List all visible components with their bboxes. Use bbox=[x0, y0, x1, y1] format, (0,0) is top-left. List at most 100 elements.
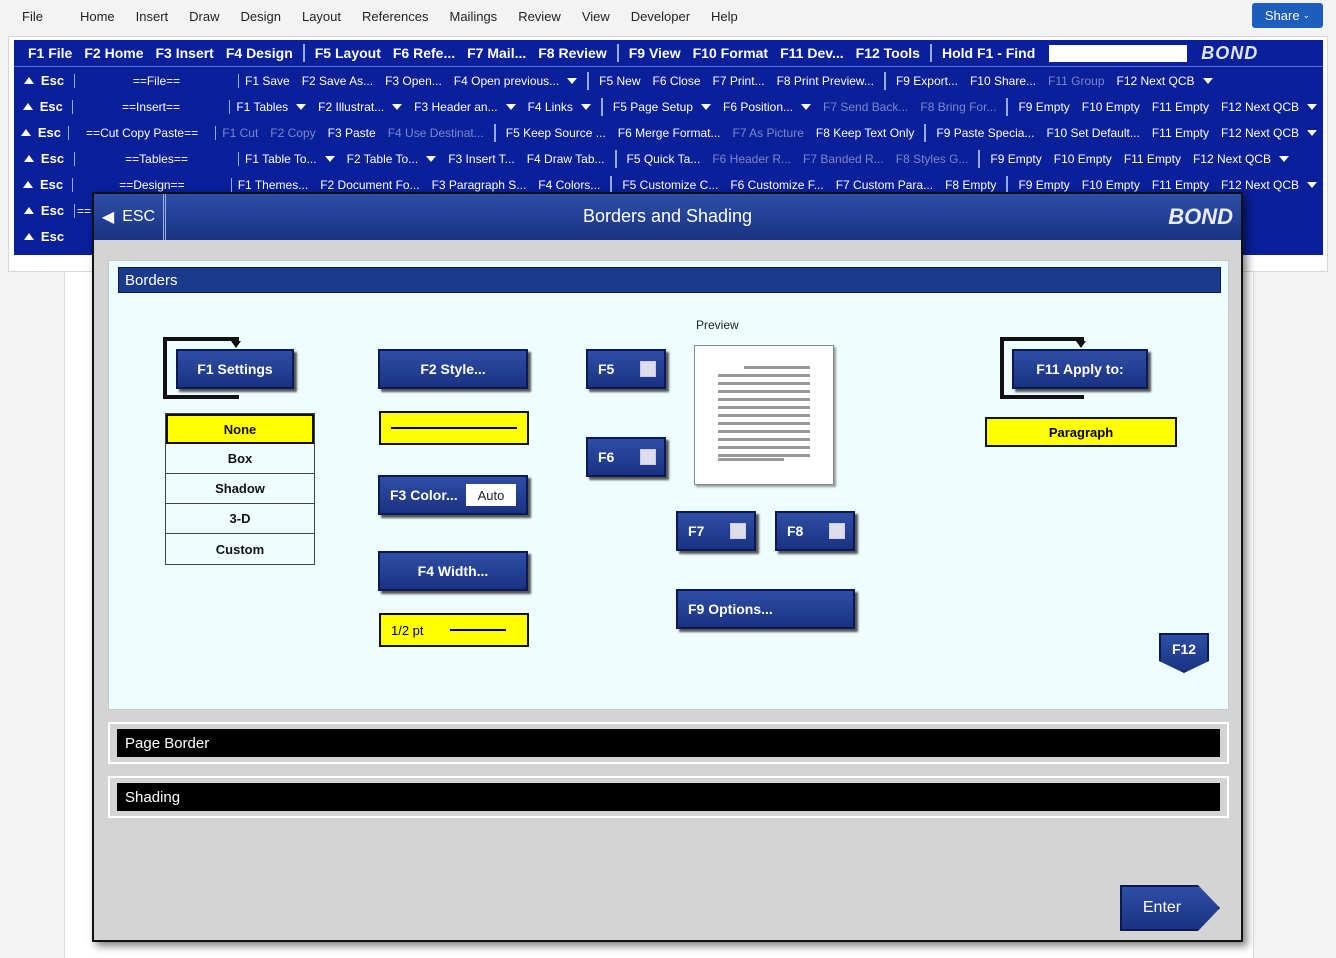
esc-button[interactable]: Esc bbox=[14, 229, 74, 244]
esc-button[interactable]: Esc bbox=[14, 203, 74, 218]
color-button[interactable]: F3 Color... Auto bbox=[378, 475, 528, 515]
qcb-item[interactable]: F2 Document Fo... bbox=[320, 178, 419, 192]
shading-header[interactable]: Shading bbox=[117, 783, 1220, 811]
tb-layout[interactable]: F5 Layout bbox=[315, 45, 381, 61]
qcb-item[interactable]: F12 Next QCB bbox=[1221, 100, 1299, 114]
setting-shadow[interactable]: Shadow bbox=[166, 474, 314, 504]
f12-button[interactable]: F12 bbox=[1159, 633, 1209, 673]
enter-button[interactable]: Enter bbox=[1120, 885, 1220, 931]
borders-header[interactable]: Borders bbox=[118, 267, 1221, 293]
qcb-item[interactable]: F9 Export... bbox=[896, 74, 958, 88]
qcb-item[interactable]: F6 Position... bbox=[723, 100, 793, 114]
menu-review[interactable]: Review bbox=[518, 9, 561, 24]
dropdown-icon[interactable] bbox=[324, 155, 335, 162]
qcb-item[interactable]: F10 Set Default... bbox=[1046, 126, 1139, 140]
menu-layout[interactable]: Layout bbox=[302, 9, 341, 24]
apply-to-button[interactable]: F11 Apply to: bbox=[1012, 349, 1148, 389]
menu-help[interactable]: Help bbox=[711, 9, 738, 24]
page-border-header[interactable]: Page Border bbox=[117, 729, 1220, 757]
qcb-item[interactable]: F3 Header an... bbox=[414, 100, 497, 114]
tb-developer[interactable]: F11 Dev... bbox=[780, 45, 844, 61]
tb-file[interactable]: F1 File bbox=[28, 45, 72, 61]
qcb-item[interactable]: F8 Keep Text Only bbox=[816, 126, 915, 140]
dropdown-icon[interactable] bbox=[392, 103, 403, 110]
qcb-item[interactable]: F6 Customize F... bbox=[730, 178, 823, 192]
qcb-item[interactable]: F5 New bbox=[599, 74, 640, 88]
qcb-item[interactable]: F9 Paste Specia... bbox=[936, 126, 1034, 140]
dropdown-icon[interactable] bbox=[1307, 103, 1317, 110]
setting-3d[interactable]: 3-D bbox=[166, 504, 314, 534]
width-value[interactable]: 1/2 pt bbox=[379, 613, 529, 647]
style-value[interactable] bbox=[379, 411, 529, 445]
dropdown-icon[interactable] bbox=[700, 103, 711, 110]
f8-right-border-button[interactable]: F8 bbox=[775, 511, 855, 551]
f5-top-border-button[interactable]: F5 bbox=[586, 349, 666, 389]
qcb-item[interactable]: F2 Table To... bbox=[347, 152, 419, 166]
qcb-item[interactable]: F11 Empty bbox=[1152, 178, 1209, 192]
qcb-item[interactable]: F6 Merge Format... bbox=[618, 126, 721, 140]
dropdown-icon[interactable] bbox=[1307, 181, 1317, 188]
f7-left-border-button[interactable]: F7 bbox=[676, 511, 756, 551]
qcb-item[interactable]: F3 Insert T... bbox=[448, 152, 514, 166]
menu-developer[interactable]: Developer bbox=[631, 9, 690, 24]
style-button[interactable]: F2 Style... bbox=[378, 349, 528, 389]
qcb-item[interactable]: F3 Paste bbox=[328, 126, 376, 140]
qcb-item[interactable]: F1 Tables bbox=[236, 100, 288, 114]
qcb-item[interactable]: F3 Paragraph S... bbox=[432, 178, 527, 192]
share-button[interactable]: Share ⌄ bbox=[1252, 3, 1323, 28]
menu-draw[interactable]: Draw bbox=[189, 9, 219, 24]
qcb-item[interactable]: F10 Share... bbox=[970, 74, 1036, 88]
dropdown-icon[interactable] bbox=[505, 103, 516, 110]
qcb-item[interactable]: F4 Colors... bbox=[538, 178, 600, 192]
esc-button[interactable]: Esc bbox=[14, 177, 72, 192]
esc-button[interactable]: Esc bbox=[14, 151, 74, 166]
qcb-item[interactable]: F4 Draw Tab... bbox=[527, 152, 605, 166]
qcb-item[interactable]: F12 Next QCB bbox=[1221, 126, 1299, 140]
f6-middle-border-button[interactable]: F6 bbox=[586, 437, 666, 477]
qcb-item[interactable]: F11 Empty bbox=[1152, 100, 1209, 114]
dropdown-icon[interactable] bbox=[1278, 155, 1289, 162]
menu-view[interactable]: View bbox=[582, 9, 610, 24]
setting-none[interactable]: None bbox=[166, 414, 314, 444]
dropdown-icon[interactable] bbox=[296, 103, 307, 110]
tb-design[interactable]: F4 Design bbox=[226, 45, 293, 61]
qcb-item[interactable]: F4 Links bbox=[528, 100, 573, 114]
menu-home[interactable]: Home bbox=[80, 9, 115, 24]
qcb-item[interactable]: F5 Page Setup bbox=[613, 100, 693, 114]
dropdown-icon[interactable] bbox=[567, 77, 578, 84]
dropdown-icon[interactable] bbox=[580, 103, 591, 110]
qcb-item[interactable]: F1 Themes... bbox=[238, 178, 308, 192]
options-button[interactable]: F9 Options... bbox=[676, 589, 855, 629]
esc-button[interactable]: Esc bbox=[14, 125, 68, 140]
menu-file[interactable]: File bbox=[22, 9, 43, 24]
qcb-item[interactable]: F10 Empty bbox=[1054, 152, 1112, 166]
esc-button[interactable]: Esc bbox=[14, 73, 74, 88]
qcb-item[interactable]: F5 Quick Ta... bbox=[627, 152, 701, 166]
qcb-item[interactable]: F12 Next QCB bbox=[1221, 178, 1299, 192]
qcb-item[interactable]: F8 Print Preview... bbox=[777, 74, 874, 88]
qcb-item[interactable]: F12 Next QCB bbox=[1193, 152, 1271, 166]
qcb-item[interactable]: F2 Illustrat... bbox=[318, 100, 384, 114]
find-input[interactable] bbox=[1049, 44, 1188, 62]
tb-tools[interactable]: F12 Tools bbox=[856, 45, 920, 61]
qcb-item[interactable]: F3 Open... bbox=[385, 74, 442, 88]
width-button[interactable]: F4 Width... bbox=[378, 551, 528, 591]
setting-box[interactable]: Box bbox=[166, 444, 314, 474]
qcb-item[interactable]: F4 Open previous... bbox=[454, 74, 559, 88]
tb-review[interactable]: F8 Review bbox=[538, 45, 606, 61]
qcb-item[interactable]: F10 Empty bbox=[1082, 178, 1140, 192]
dropdown-icon[interactable] bbox=[1307, 129, 1317, 136]
qcb-item[interactable]: F7 Print... bbox=[713, 74, 765, 88]
qcb-item[interactable]: F1 Table To... bbox=[245, 152, 317, 166]
qcb-item[interactable]: F9 Empty bbox=[1018, 100, 1069, 114]
qcb-item[interactable]: F10 Empty bbox=[1082, 100, 1140, 114]
menu-insert[interactable]: Insert bbox=[136, 9, 169, 24]
menu-mailings[interactable]: Mailings bbox=[450, 9, 498, 24]
qcb-item[interactable]: F8 Empty bbox=[945, 178, 996, 192]
qcb-item[interactable]: F1 Save bbox=[245, 74, 290, 88]
dropdown-icon[interactable] bbox=[1202, 77, 1213, 84]
menu-design[interactable]: Design bbox=[241, 9, 281, 24]
qcb-item[interactable]: F5 Customize C... bbox=[622, 178, 718, 192]
qcb-item[interactable]: F11 Empty bbox=[1152, 126, 1209, 140]
tb-format[interactable]: F10 Format bbox=[693, 45, 768, 61]
